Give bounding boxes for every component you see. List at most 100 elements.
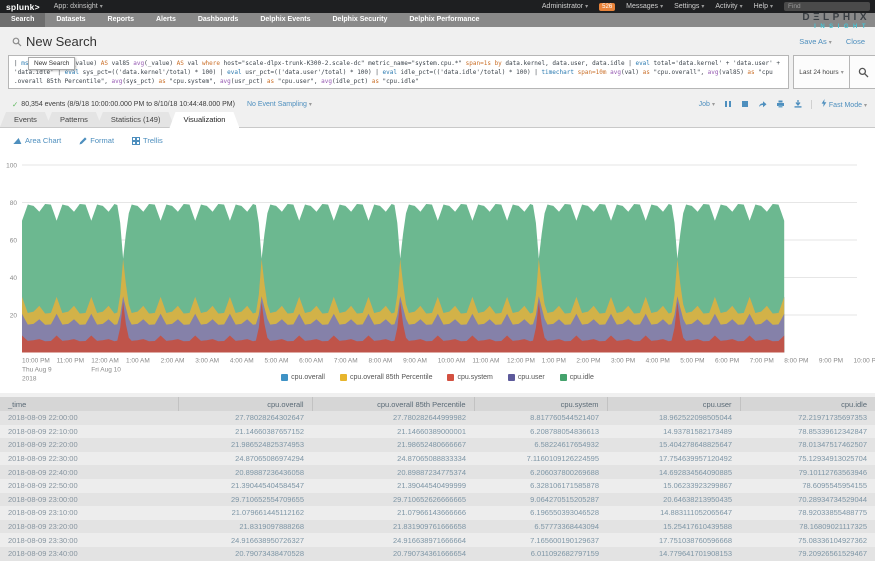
table-cell[interactable]: 79.20926561529467	[740, 547, 875, 561]
table-cell[interactable]: 75.08336104927362	[740, 533, 875, 547]
table-cell[interactable]: 6.011092682797159	[474, 547, 607, 561]
table-cell[interactable]: 9.064270515205287	[474, 493, 607, 507]
table-cell[interactable]: 20.89887236436058	[178, 465, 312, 479]
topmenu-administrator[interactable]: Administrator▾	[542, 3, 588, 10]
table-cell[interactable]: 21.831909761666658	[312, 520, 474, 534]
nav-item-datasets[interactable]: Datasets	[45, 13, 96, 27]
table-cell[interactable]: 6.196550393046528	[474, 506, 607, 520]
table-cell[interactable]: 2018-08-09 22:50:00	[0, 479, 178, 493]
table-cell[interactable]: 7.165600190129637	[474, 533, 607, 547]
table-cell[interactable]: 29.710652554709655	[178, 493, 312, 507]
table-cell[interactable]: 20.790734361666654	[312, 547, 474, 561]
time-range-picker[interactable]: Last 24 hours▾	[793, 55, 850, 89]
table-cell[interactable]: 14.93781582173489	[607, 425, 740, 439]
legend-item-cpu-overall[interactable]: cpu.overall	[281, 374, 325, 381]
column-header-time[interactable]: _time	[0, 397, 178, 411]
table-cell[interactable]: 17.751038760596668	[607, 533, 740, 547]
topmenu-help[interactable]: Help▾	[754, 3, 773, 10]
search-submit-button[interactable]	[850, 55, 875, 89]
tab-patterns[interactable]: Patterns	[46, 112, 102, 127]
table-cell[interactable]: 6.328106171585878	[474, 479, 607, 493]
table-cell[interactable]: 78.16809021117325	[740, 520, 875, 534]
table-cell[interactable]: 78.6095545954155	[740, 479, 875, 493]
table-cell[interactable]: 17.754639957120492	[607, 452, 740, 466]
save-as-button[interactable]: Save As▾	[799, 37, 832, 46]
nav-item-delphix-events[interactable]: Delphix Events	[249, 13, 321, 27]
print-button[interactable]	[776, 100, 785, 108]
table-cell[interactable]: 72.21971735697353	[740, 411, 875, 425]
table-cell[interactable]: 6.206037800269688	[474, 465, 607, 479]
nav-item-delphix-security[interactable]: Delphix Security	[322, 13, 399, 27]
table-cell[interactable]: 27.78028264302647	[178, 411, 312, 425]
legend-item-cpu-idle[interactable]: cpu.idle	[560, 374, 594, 381]
table-cell[interactable]: 78.85339612342847	[740, 425, 875, 439]
table-cell[interactable]: 2018-08-09 22:40:00	[0, 465, 178, 479]
table-cell[interactable]: 15.06233923299867	[607, 479, 740, 493]
table-cell[interactable]: 15.404278648825647	[607, 438, 740, 452]
topmenu-messages[interactable]: Messages▾	[626, 3, 663, 10]
table-cell[interactable]: 24.916638950726327	[178, 533, 312, 547]
search-mode-menu[interactable]: Fast Mode▾	[821, 99, 867, 109]
table-cell[interactable]: 6.208788054836613	[474, 425, 607, 439]
table-cell[interactable]: 21.14660389000001	[312, 425, 474, 439]
nav-item-reports[interactable]: Reports	[97, 13, 145, 27]
table-cell[interactable]: 7.1160109126224595	[474, 452, 607, 466]
table-cell[interactable]: 20.64638213950435	[607, 493, 740, 507]
table-cell[interactable]: 78.92033855488775	[740, 506, 875, 520]
table-cell[interactable]: 21.8319097888268	[178, 520, 312, 534]
nav-item-alerts[interactable]: Alerts	[145, 13, 187, 27]
table-cell[interactable]: 2018-08-09 23:30:00	[0, 533, 178, 547]
table-cell[interactable]: 79.10112763563946	[740, 465, 875, 479]
format-button[interactable]: Format	[79, 136, 114, 145]
area-chart[interactable]: 2040608010010:00 PMThu Aug 9201811:00 PM…	[0, 150, 875, 390]
table-cell[interactable]: 14.883111052065647	[607, 506, 740, 520]
legend-item-cpu-system[interactable]: cpu.system	[447, 374, 492, 381]
nav-item-search[interactable]: Search	[0, 13, 45, 27]
notification-badge[interactable]: 526	[599, 3, 615, 11]
legend-item-cpu-overall-85th-percentile[interactable]: cpu.overall 85th Percentile	[340, 374, 433, 381]
tab-statistics-149[interactable]: Statistics (149)	[97, 112, 175, 127]
column-header-cpu-user[interactable]: cpu.user	[607, 397, 740, 411]
table-cell[interactable]: 8.817760544521407	[474, 411, 607, 425]
chart-type-button[interactable]: Area Chart	[14, 136, 61, 145]
table-cell[interactable]: 21.07966143666666	[312, 506, 474, 520]
table-cell[interactable]: 78.01347517462507	[740, 438, 875, 452]
find-input[interactable]	[784, 2, 870, 11]
table-cell[interactable]: 21.079661445112162	[178, 506, 312, 520]
table-cell[interactable]: 2018-08-09 23:00:00	[0, 493, 178, 507]
share-button[interactable]	[758, 100, 767, 108]
table-cell[interactable]: 20.79073438470528	[178, 547, 312, 561]
table-cell[interactable]: 2018-08-09 23:20:00	[0, 520, 178, 534]
stop-button[interactable]	[741, 100, 749, 108]
table-cell[interactable]: 2018-08-09 22:10:00	[0, 425, 178, 439]
table-cell[interactable]: 6.57773368443094	[474, 520, 607, 534]
table-cell[interactable]: 18.962522098505044	[607, 411, 740, 425]
pause-button[interactable]	[724, 100, 732, 108]
topmenu-activity[interactable]: Activity▾	[715, 3, 742, 10]
table-cell[interactable]: 2018-08-09 23:40:00	[0, 547, 178, 561]
table-cell[interactable]: 21.986524825374953	[178, 438, 312, 452]
nav-item-delphix-performance[interactable]: Delphix Performance	[398, 13, 490, 27]
column-header-cpu-overall-85th-percentile[interactable]: cpu.overall 85th Percentile	[312, 397, 474, 411]
table-cell[interactable]: 15.25417610439588	[607, 520, 740, 534]
splunk-logo[interactable]: splunk>	[6, 2, 40, 12]
table-cell[interactable]: 6.58224617654932	[474, 438, 607, 452]
legend-item-cpu-user[interactable]: cpu.user	[508, 374, 545, 381]
search-query-input[interactable]: | mstats perc95(_value) AS val85 avg(_va…	[8, 55, 789, 89]
topmenu-settings[interactable]: Settings▾	[674, 3, 704, 10]
table-cell[interactable]: 2018-08-09 22:00:00	[0, 411, 178, 425]
export-button[interactable]	[794, 100, 802, 108]
table-cell[interactable]: 75.12934913025704	[740, 452, 875, 466]
table-cell[interactable]: 20.89887234775374	[312, 465, 474, 479]
column-header-cpu-overall[interactable]: cpu.overall	[178, 397, 312, 411]
table-cell[interactable]: 21.390445404584547	[178, 479, 312, 493]
table-cell[interactable]: 21.98652480666667	[312, 438, 474, 452]
table-cell[interactable]: 14.779641701908153	[607, 547, 740, 561]
table-cell[interactable]: 2018-08-09 22:30:00	[0, 452, 178, 466]
table-cell[interactable]: 70.28934734529044	[740, 493, 875, 507]
tab-visualization[interactable]: Visualization	[169, 112, 239, 128]
tab-events[interactable]: Events	[0, 112, 51, 127]
close-button[interactable]: Close	[846, 37, 865, 46]
table-cell[interactable]: 29.710652626666665	[312, 493, 474, 507]
event-sampling-menu[interactable]: No Event Sampling▾	[247, 101, 312, 108]
